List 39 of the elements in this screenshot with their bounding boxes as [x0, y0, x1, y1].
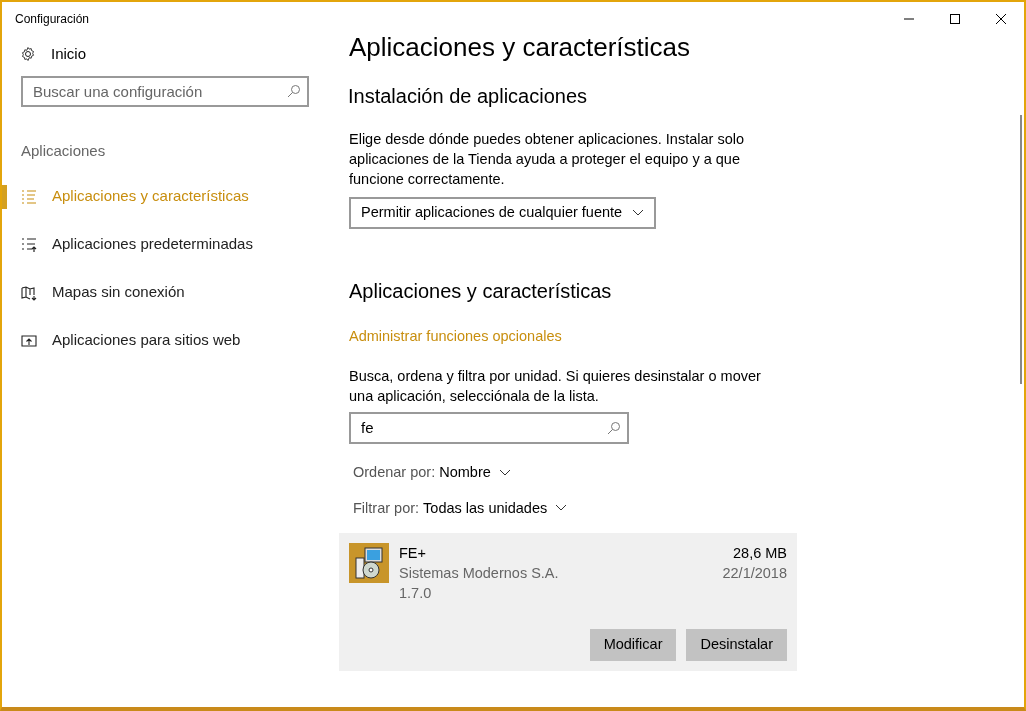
search-icon: [607, 420, 621, 435]
nav-item[interactable]: Aplicaciones para sitios web: [2, 316, 332, 365]
section-heading: Aplicaciones: [21, 141, 107, 161]
app-size: 28,6 MB: [732, 544, 787, 564]
description-text: Elige desde dónde puedes obtener aplicaciones. Instalar solo aplicaciones de la Tienda ayuda a proteger el equipo y a que funcione correctamente.: [349, 130, 745, 189]
sort-dropdown[interactable]: Ordenar por: Nombre: [353, 461, 511, 484]
window-title: Configuración: [15, 11, 90, 28]
nav-item[interactable]: Aplicaciones predeterminadas: [2, 220, 332, 269]
source-dropdown[interactable]: Permitir aplicaciones de cualquier fuente: [349, 197, 657, 229]
page-title: Aplicaciones y características: [349, 31, 692, 64]
app-search-field[interactable]: fe: [349, 411, 629, 444]
filter-dropdown[interactable]: Filtrar por: Todas las unidades: [353, 497, 568, 520]
app-version: 1.7.0: [399, 584, 432, 604]
app-list-item[interactable]: FE+ Sistemas Modernos S.A. 1.7.0 28,6 MB 22/1/2018 Modificar Desinstalar: [339, 533, 797, 672]
caret-icon: [498, 468, 511, 477]
section-heading: Instalación de aplicaciones: [348, 84, 589, 109]
app-date: 22/1/2018: [722, 564, 787, 584]
description-text: Busca, ordena y filtra por unidad. Si quieres desinstalar o mover una aplicación, selecciónala de la lista.: [349, 366, 762, 406]
nav-item[interactable]: Mapas sin conexión: [2, 268, 332, 317]
search-field[interactable]: Buscar una configuración: [21, 76, 309, 107]
maximize-icon: [950, 14, 960, 24]
close-icon: [996, 14, 1006, 24]
list-icon: [21, 188, 37, 205]
selection-indicator: [2, 184, 7, 209]
installer-icon: [349, 543, 389, 584]
settings-icon: [20, 46, 36, 62]
app-publisher: Sistemas Modernos S.A.: [399, 564, 560, 584]
caret-icon: [632, 209, 645, 217]
home-link[interactable]: Inicio: [20, 42, 332, 66]
window-arrow-icon: [21, 332, 37, 349]
app-name: FE+: [399, 544, 427, 564]
scrollbar[interactable]: [1020, 115, 1022, 384]
modify-button[interactable]: Modificar: [589, 629, 677, 662]
list-arrow-icon: [21, 236, 37, 253]
search-icon: [287, 84, 301, 98]
section-heading: Aplicaciones y características: [349, 279, 613, 304]
map-icon: [21, 284, 37, 301]
uninstall-button[interactable]: Desinstalar: [686, 629, 787, 662]
caret-icon: [555, 504, 568, 513]
